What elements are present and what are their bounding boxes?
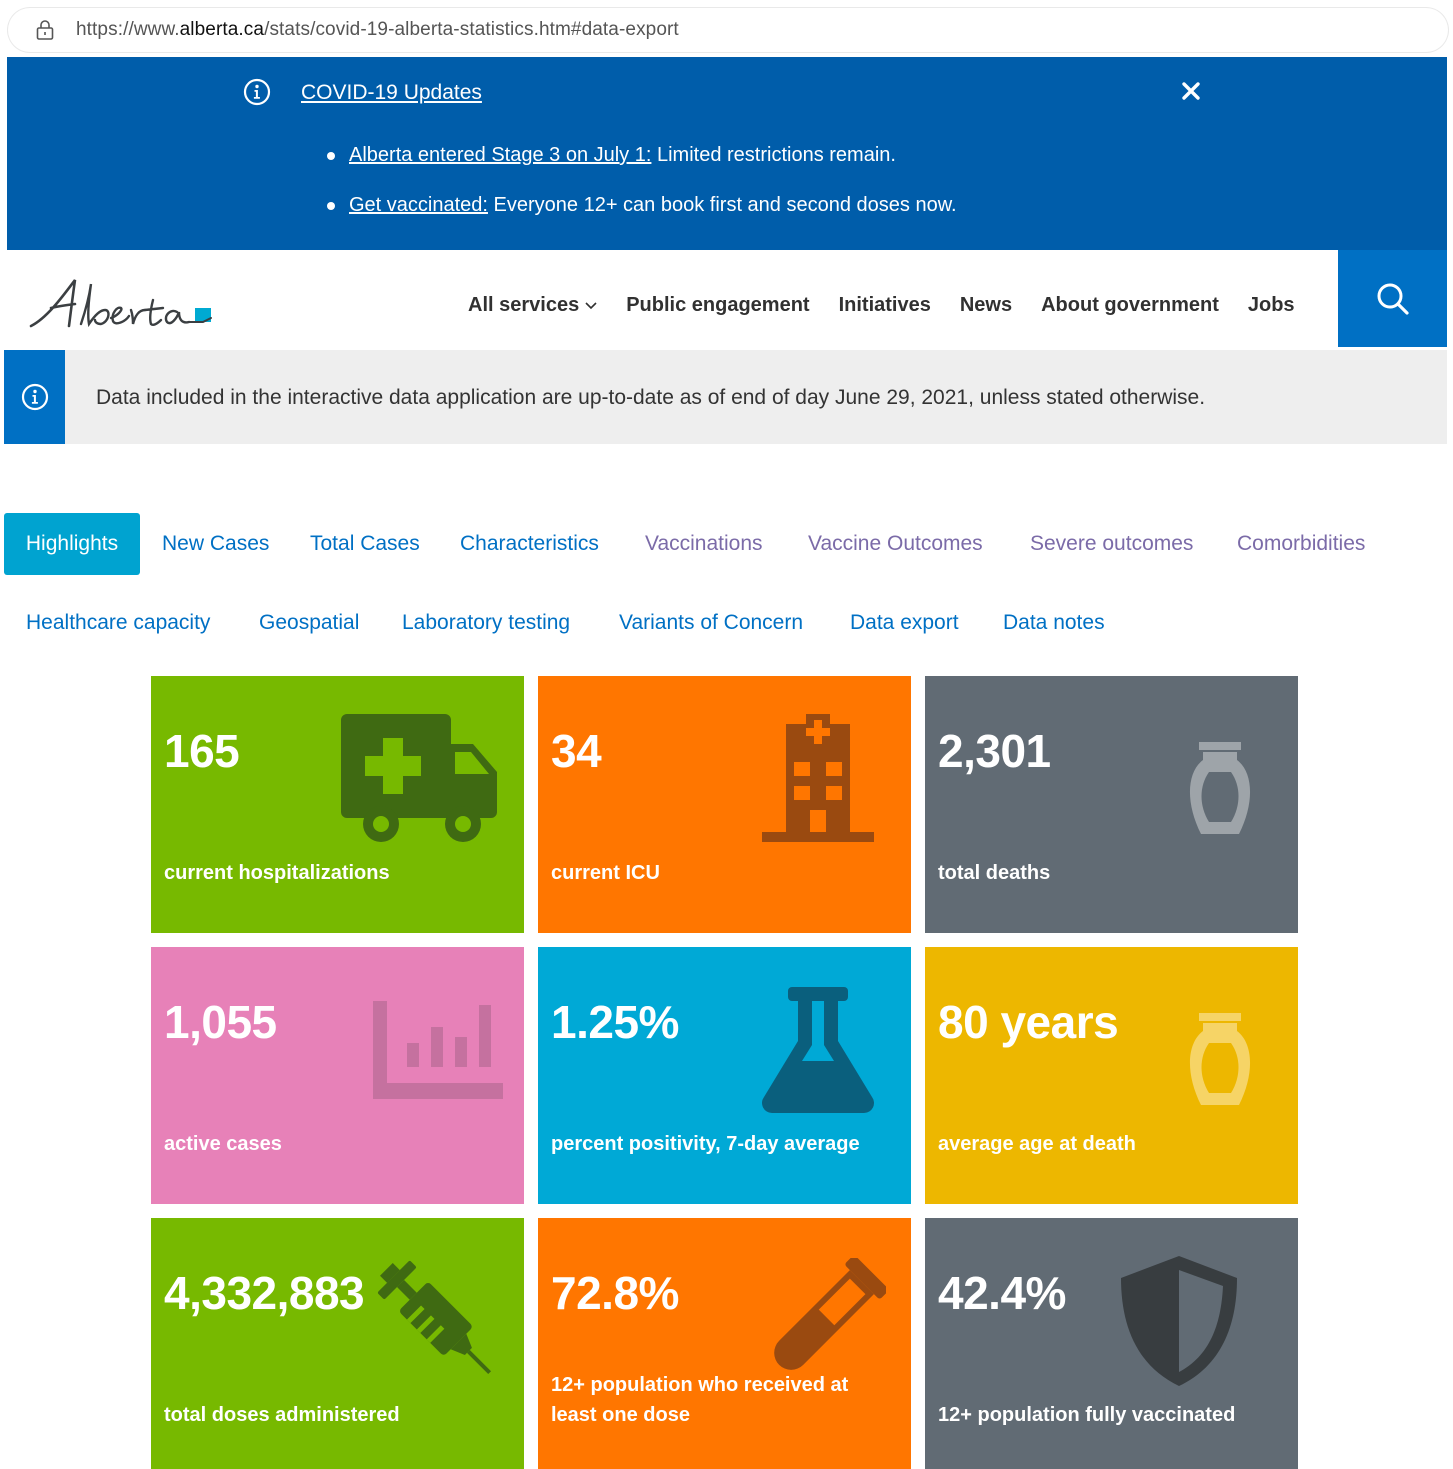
ambulance-icon <box>341 714 497 842</box>
tile-value: 4,332,883 <box>164 1267 365 1319</box>
tab-data-export[interactable]: Data export <box>850 611 959 635</box>
urn-icon <box>1189 742 1251 834</box>
nav-jobs[interactable]: Jobs <box>1248 294 1295 317</box>
tab-comorbidities[interactable]: Comorbidities <box>1237 532 1365 556</box>
tile-total-deaths: 2,301 total deaths <box>925 676 1298 933</box>
tile-value: 42.4% <box>938 1267 1066 1319</box>
test-tube-icon <box>774 1258 886 1370</box>
tile-percent-positivity: 1.25% percent positivity, 7-day average <box>538 947 911 1204</box>
tile-label: current ICU <box>551 862 660 884</box>
tab-vaccine-outcomes[interactable]: Vaccine Outcomes <box>808 532 983 556</box>
main-nav: All services Public engagement Initiativ… <box>468 294 1324 317</box>
tile-value: 1.25% <box>551 996 679 1048</box>
tile-label: percent positivity, 7-day average <box>551 1133 860 1155</box>
tile-label: total deaths <box>938 862 1051 884</box>
nav-news[interactable]: News <box>960 294 1012 317</box>
alberta-logo[interactable] <box>29 274 219 337</box>
tile-label-line: 12+ population who received at <box>551 1374 849 1396</box>
info-icon <box>243 78 271 106</box>
tab-severe-outcomes[interactable]: Severe outcomes <box>1030 532 1193 556</box>
url-path: /stats/covid-19-alberta-statistics.htm#d… <box>264 19 679 40</box>
nav-about-government[interactable]: About government <box>1041 294 1219 317</box>
tab-characteristics[interactable]: Characteristics <box>460 532 599 556</box>
tile-value: 80 years <box>938 996 1119 1048</box>
tab-highlights[interactable]: Highlights <box>4 513 140 575</box>
nav-label: All services <box>468 294 580 316</box>
tile-label: total doses administered <box>164 1404 400 1426</box>
tab-healthcare-capacity[interactable]: Healthcare capacity <box>26 611 210 635</box>
callout-text: Data included in the interactive data ap… <box>96 386 1206 409</box>
tab-geospatial[interactable]: Geospatial <box>259 611 359 635</box>
tile-label: current hospitalizations <box>164 862 390 884</box>
tile-label: active cases <box>164 1133 282 1155</box>
shield-icon <box>1121 1256 1237 1386</box>
bar-chart-icon <box>373 1001 503 1099</box>
url-text[interactable]: https://www.alberta.ca/stats/covid-19-al… <box>76 19 679 41</box>
close-icon[interactable] <box>1179 79 1203 103</box>
nav-public-engagement[interactable]: Public engagement <box>626 294 809 317</box>
tile-value: 34 <box>551 725 602 777</box>
tab-variants-of-concern[interactable]: Variants of Concern <box>619 611 803 635</box>
tile-label: 12+ population who received at least one … <box>551 1370 848 1430</box>
url-domain: alberta.ca <box>179 19 265 40</box>
tab-new-cases[interactable]: New Cases <box>162 532 269 556</box>
banner-item: Get vaccinated: Everyone 12+ can book fi… <box>327 180 957 230</box>
tab-total-cases[interactable]: Total Cases <box>310 532 420 556</box>
tab-vaccinations[interactable]: Vaccinations <box>645 532 763 556</box>
banner-item-text: Everyone 12+ can book first and second d… <box>487 194 957 216</box>
hospital-icon <box>762 714 874 842</box>
address-bar[interactable]: https://www.alberta.ca/stats/covid-19-al… <box>8 8 1448 52</box>
search-button[interactable] <box>1338 250 1447 347</box>
tile-label: average age at death <box>938 1133 1136 1155</box>
lock-icon <box>36 20 54 40</box>
chevron-down-icon <box>585 301 597 309</box>
tile-value: 2,301 <box>938 725 1051 777</box>
flask-icon <box>762 987 874 1113</box>
tile-label-line: least one dose <box>551 1404 690 1426</box>
callout-bar <box>4 350 65 444</box>
tile-total-doses: 4,332,883 total doses administered <box>151 1218 524 1469</box>
tile-one-dose: 72.8% 12+ population who received at leas… <box>538 1218 911 1469</box>
syringe-icon <box>378 1261 492 1375</box>
tab-laboratory-testing[interactable]: Laboratory testing <box>402 611 570 635</box>
tile-average-age: 80 years average age at death <box>925 947 1298 1204</box>
nav-initiatives[interactable]: Initiatives <box>839 294 931 317</box>
tile-value: 72.8% <box>551 1267 679 1319</box>
tile-active-cases: 1,055 active cases <box>151 947 524 1204</box>
search-icon <box>1377 283 1409 315</box>
urn-icon <box>1189 1013 1251 1105</box>
banner-list: Alberta entered Stage 3 on July 1: Limit… <box>327 130 957 230</box>
tile-icu: 34 current ICU <box>538 676 911 933</box>
tile-fully-vaccinated: 42.4% 12+ population fully vaccinated <box>925 1218 1298 1469</box>
site-header: All services Public engagement Initiativ… <box>7 250 1447 348</box>
tile-value: 1,055 <box>164 996 277 1048</box>
nav-all-services[interactable]: All services <box>468 294 597 317</box>
tab-data-notes[interactable]: Data notes <box>1003 611 1105 635</box>
covid-alert-banner: COVID-19 Updates Alberta entered Stage 3… <box>7 57 1447 250</box>
url-prefix: https://www. <box>76 19 180 40</box>
get-vaccinated-link[interactable]: Get vaccinated: <box>349 194 488 216</box>
banner-item: Alberta entered Stage 3 on July 1: Limit… <box>327 130 957 180</box>
banner-item-text: Limited restrictions remain. <box>651 144 896 166</box>
tile-label: 12+ population fully vaccinated <box>938 1404 1236 1426</box>
covid-updates-link[interactable]: COVID-19 Updates <box>301 81 482 105</box>
info-icon <box>21 383 48 411</box>
tile-hospitalizations: 165 current hospitalizations <box>151 676 524 933</box>
data-date-callout: Data included in the interactive data ap… <box>4 350 1447 444</box>
stage3-link[interactable]: Alberta entered Stage 3 on July 1: <box>349 144 651 166</box>
tile-value: 165 <box>164 725 240 777</box>
